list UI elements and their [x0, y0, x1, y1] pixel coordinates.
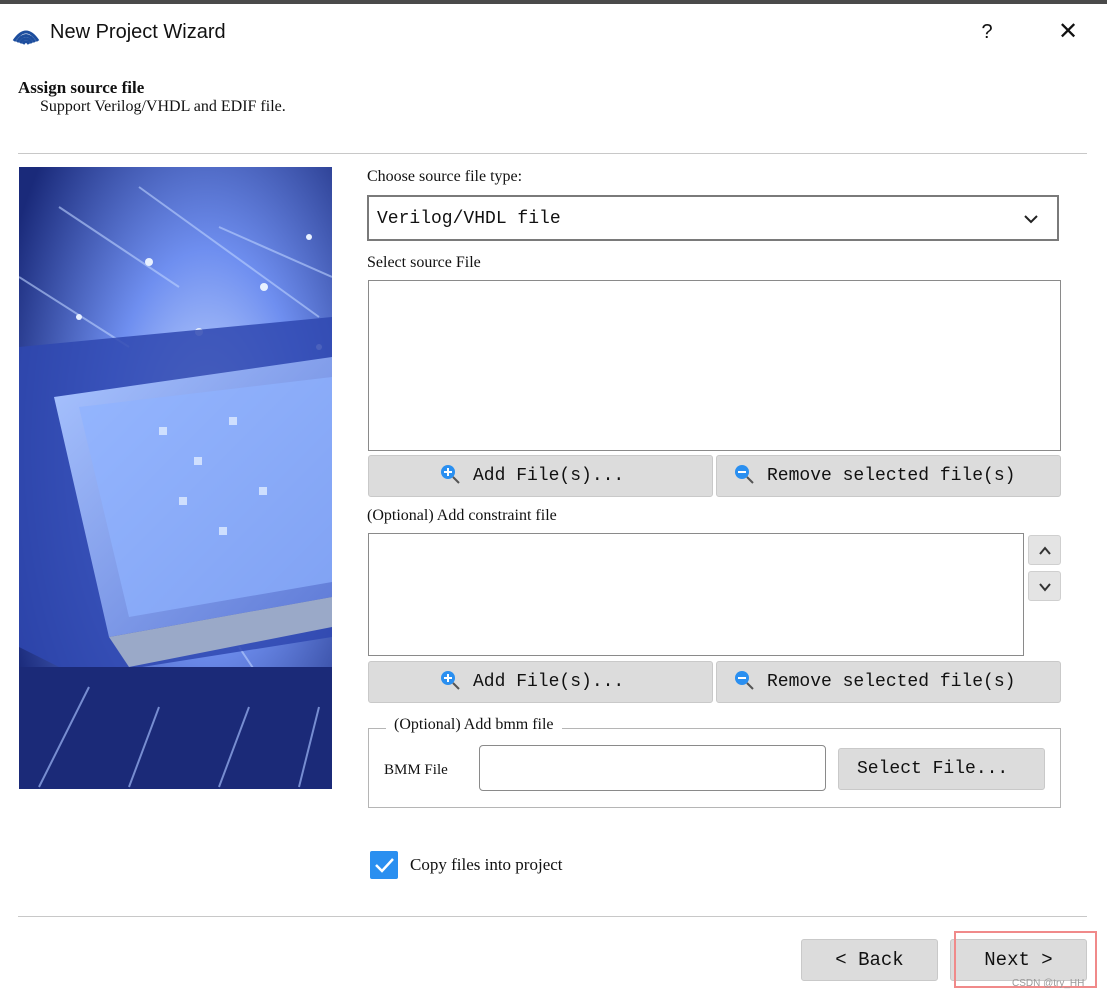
source-type-label: Choose source file type:	[367, 168, 523, 185]
checkmark-icon	[375, 858, 394, 873]
page-header: Assign source file Support Verilog/VHDL …	[0, 56, 1107, 152]
bmm-field-label: BMM File	[384, 762, 448, 778]
move-up-button[interactable]	[1028, 535, 1061, 565]
add-source-file-label: Add File(s)...	[473, 466, 625, 486]
window-title: New Project Wizard	[50, 21, 226, 43]
page-subtitle: Support Verilog/VHDL and EDIF file.	[40, 98, 286, 115]
select-source-label: Select source File	[367, 254, 481, 271]
source-type-value: Verilog/VHDL file	[377, 209, 561, 229]
source-type-dropdown[interactable]: Verilog/VHDL file	[367, 195, 1059, 241]
zoom-in-icon	[441, 465, 460, 484]
zoom-in-icon	[441, 671, 460, 690]
help-button[interactable]: ?	[975, 17, 999, 47]
select-bmm-file-label: Select File...	[857, 759, 1009, 779]
source-file-list[interactable]	[368, 280, 1061, 451]
bmm-group-label: (Optional) Add bmm file	[386, 716, 562, 734]
wizard-banner-image	[19, 167, 332, 789]
copy-files-checkbox[interactable]	[370, 851, 398, 879]
title-bar: New Project Wizard ? ✕	[0, 4, 1107, 56]
remove-constraint-file-label: Remove selected file(s)	[767, 672, 1016, 692]
remove-constraint-file-button[interactable]: Remove selected file(s)	[716, 661, 1061, 703]
add-constraint-file-label: Add File(s)...	[473, 672, 625, 692]
page-title: Assign source file	[18, 78, 145, 97]
copy-files-label: Copy files into project	[410, 855, 563, 874]
select-bmm-file-button[interactable]: Select File...	[838, 748, 1045, 790]
remove-source-file-button[interactable]: Remove selected file(s)	[716, 455, 1061, 497]
chevron-up-icon	[1039, 546, 1051, 555]
add-source-file-button[interactable]: Add File(s)...	[368, 455, 713, 497]
chevron-down-icon	[1039, 583, 1051, 592]
constraint-file-list[interactable]	[368, 533, 1024, 656]
remove-source-file-label: Remove selected file(s)	[767, 466, 1016, 486]
watermark: CSDN @try_HH	[1012, 978, 1085, 989]
app-logo-icon	[12, 30, 40, 45]
bmm-file-input[interactable]	[479, 745, 826, 791]
header-divider	[18, 153, 1087, 154]
constraint-file-label: (Optional) Add constraint file	[367, 507, 557, 524]
footer-divider	[18, 916, 1087, 917]
chevron-down-icon	[1024, 215, 1038, 224]
zoom-out-icon	[735, 465, 754, 484]
back-button[interactable]: < Back	[801, 939, 938, 981]
zoom-out-icon	[735, 671, 754, 690]
add-constraint-file-button[interactable]: Add File(s)...	[368, 661, 713, 703]
move-down-button[interactable]	[1028, 571, 1061, 601]
close-button[interactable]: ✕	[1054, 17, 1082, 47]
